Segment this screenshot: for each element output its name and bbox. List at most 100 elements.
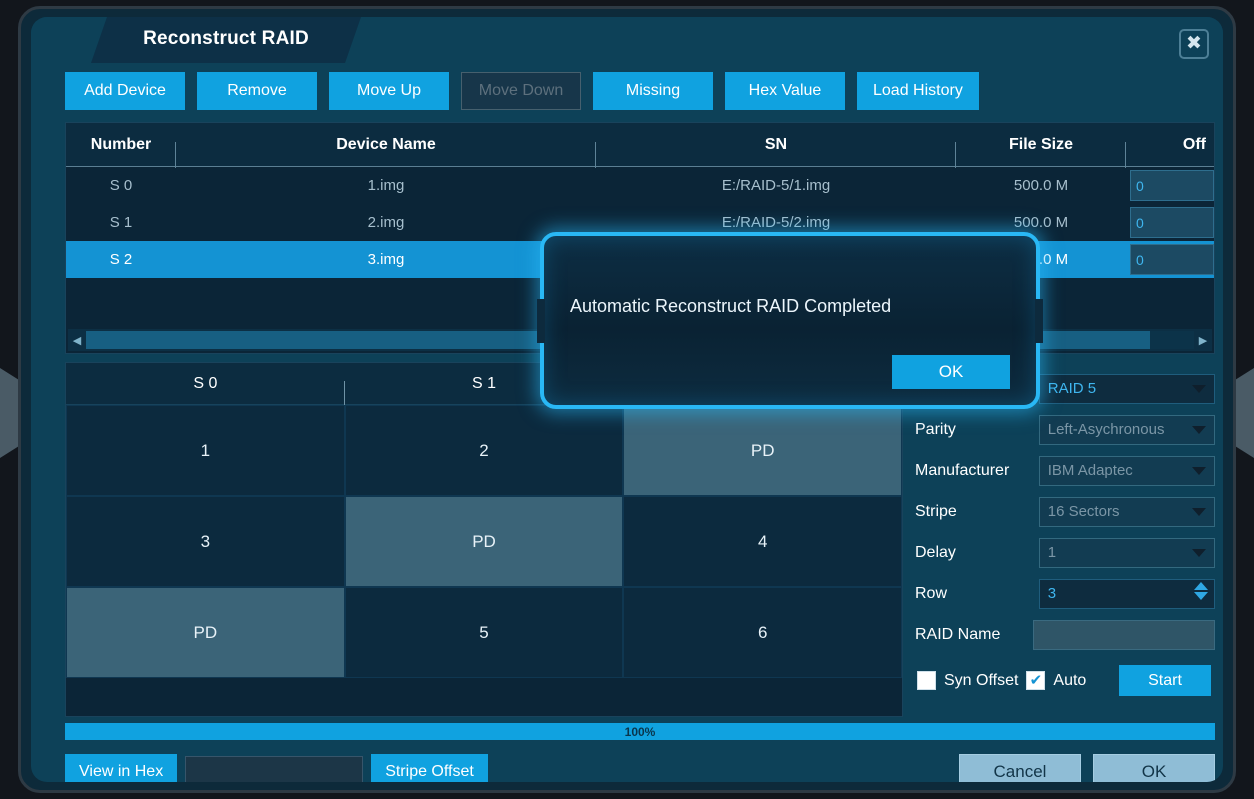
auto-checkbox[interactable]: ✔ [1026, 671, 1046, 690]
title-bar: Reconstruct RAID ✖ [31, 17, 1223, 63]
cell-file-size: 500.0 M [1013, 214, 1069, 231]
setting-row-stripe: Stripe 16 Sectors [909, 491, 1215, 532]
cell-device-name: 2.img [367, 214, 405, 231]
stripe-value: 16 Sectors [1047, 503, 1120, 520]
raid-name-label: RAID Name [915, 625, 1001, 643]
row-label: Row [915, 584, 948, 602]
column-header-device-name-label: Device Name [336, 135, 436, 153]
column-header-off-label: Off [1182, 135, 1206, 153]
manufacturer-value: IBM Adaptec [1047, 462, 1133, 479]
ok-button[interactable]: OK [1093, 754, 1215, 782]
chevron-down-icon [1192, 384, 1206, 393]
raid-map-cell-parity[interactable]: PD [344, 496, 624, 587]
progress-bar: 100% [65, 723, 1215, 740]
missing-button[interactable]: Missing [593, 72, 713, 110]
cell-off [1126, 207, 1214, 238]
column-header-sn-label: SN [764, 135, 788, 153]
add-device-button[interactable]: Add Device [65, 72, 185, 110]
parity-label: Parity [915, 420, 956, 438]
cell-device-name: 3.img [367, 251, 405, 268]
chevron-up-icon[interactable] [1194, 581, 1208, 590]
chevron-right-icon[interactable]: ▶ [1194, 334, 1212, 347]
cell-number: S 2 [109, 251, 133, 268]
view-in-hex-button[interactable]: View in Hex [65, 754, 178, 782]
completion-dialog: Automatic Reconstruct RAID Completed OK [540, 232, 1040, 409]
table-row[interactable]: S 0 1.img E:/RAID-5/1.img 500.0 M [66, 167, 1214, 204]
parity-value: Left-Asychronous [1047, 421, 1165, 438]
raid-map-cell-parity[interactable]: PD [66, 587, 345, 678]
raid-map-header-s1-label: S 1 [472, 374, 497, 392]
setting-row-delay: Delay 1 [909, 532, 1215, 573]
raid-map-cell[interactable]: 4 [623, 496, 903, 587]
raid-map-cell-parity[interactable]: PD [623, 405, 903, 496]
delay-value: 1 [1047, 544, 1057, 561]
delay-dropdown[interactable]: 1 [1038, 537, 1215, 568]
manufacturer-label: Manufacturer [915, 461, 1010, 479]
column-header-number: Number [66, 135, 176, 168]
column-header-file-size-label: File Size [1008, 135, 1074, 153]
column-header-off: Off [1126, 136, 1214, 154]
dialog-ok-button[interactable]: OK [892, 355, 1010, 389]
raid-name-input[interactable] [1033, 619, 1215, 650]
raid-map-cell[interactable]: 5 [344, 587, 624, 678]
raid-map-cell[interactable]: 2 [344, 405, 624, 496]
cell-sn: E:/RAID-5/2.img [721, 214, 831, 231]
close-icon[interactable]: ✖ [1179, 29, 1209, 59]
settings-footer: Syn Offset ✔ Auto Start [909, 665, 1215, 696]
decor-bracket-left [0, 368, 20, 458]
raid-map-row: PD 5 6 [66, 587, 903, 678]
setting-row-raid-name: RAID Name [909, 614, 1215, 655]
raid-map-cell[interactable]: 1 [66, 405, 345, 496]
start-button[interactable]: Start [1119, 665, 1211, 696]
auto-label: Auto [1053, 671, 1087, 689]
delay-label: Delay [915, 543, 956, 561]
chevron-down-icon [1192, 466, 1206, 475]
dialog-message: Automatic Reconstruct RAID Completed [570, 296, 892, 316]
raid-map-row: 1 2 PD [66, 405, 903, 496]
setting-row-manufacturer: Manufacturer IBM Adaptec [909, 450, 1215, 491]
offset-input[interactable] [1130, 207, 1214, 238]
table-header-row: Number Device Name SN File Size Off [66, 123, 1214, 168]
chevron-left-icon[interactable]: ◀ [68, 334, 86, 347]
manufacturer-dropdown[interactable]: IBM Adaptec [1038, 455, 1215, 486]
toolbar: Add Device Remove Move Up Move Down Miss… [65, 72, 979, 110]
stepper-arrows[interactable] [1194, 581, 1208, 600]
page-title: Reconstruct RAID [143, 28, 309, 49]
cell-off [1126, 170, 1214, 201]
move-down-button: Move Down [461, 72, 581, 110]
column-header-device-name: Device Name [176, 135, 596, 168]
cell-number: S 0 [109, 177, 133, 194]
parity-dropdown[interactable]: Left-Asychronous [1038, 414, 1215, 445]
setting-row-parity: Parity Left-Asychronous [909, 409, 1215, 450]
chevron-down-icon [1192, 548, 1206, 557]
raid-map-row: 3 PD 4 [66, 496, 903, 587]
bottom-bar: View in Hex Stripe Offset Cancel OK [65, 752, 1215, 782]
hex-value-button[interactable]: Hex Value [725, 72, 845, 110]
syn-offset-label: Syn Offset [944, 671, 1019, 689]
raid-map-body: 1 2 PD 3 PD 4 PD 5 6 [66, 405, 903, 678]
tab-reconstruct-raid[interactable]: Reconstruct RAID [91, 17, 361, 63]
offset-input[interactable] [1130, 170, 1214, 201]
cancel-button[interactable]: Cancel [959, 754, 1081, 782]
offset-text-input[interactable] [185, 755, 364, 782]
decor-bracket-right [1234, 368, 1254, 458]
app-root: Reconstruct RAID ✖ Add Device Remove Mov… [0, 0, 1254, 799]
cell-file-size: 500.0 M [1013, 177, 1069, 194]
chevron-down-icon[interactable] [1194, 591, 1208, 600]
remove-button[interactable]: Remove [197, 72, 317, 110]
syn-offset-checkbox[interactable] [917, 671, 936, 690]
stripe-dropdown[interactable]: 16 Sectors [1038, 496, 1215, 527]
stripe-offset-button[interactable]: Stripe Offset [371, 754, 488, 782]
move-up-button[interactable]: Move Up [329, 72, 449, 110]
dialog-actions: Cancel OK [959, 754, 1215, 782]
raid-map-cell[interactable]: 6 [623, 587, 903, 678]
offset-input[interactable] [1130, 244, 1214, 275]
raid-settings-panel: RAID 5 Parity Left-Asychronous Manufactu… [909, 362, 1215, 717]
setting-row-row: Row 3 [909, 573, 1215, 614]
load-history-button[interactable]: Load History [857, 72, 979, 110]
row-stepper[interactable]: 3 [1038, 578, 1215, 609]
raid-map-cell[interactable]: 3 [66, 496, 345, 587]
raid-type-dropdown[interactable]: RAID 5 [1038, 373, 1215, 404]
column-header-file-size: File Size [956, 135, 1126, 168]
column-header-number-label: Number [90, 135, 152, 153]
